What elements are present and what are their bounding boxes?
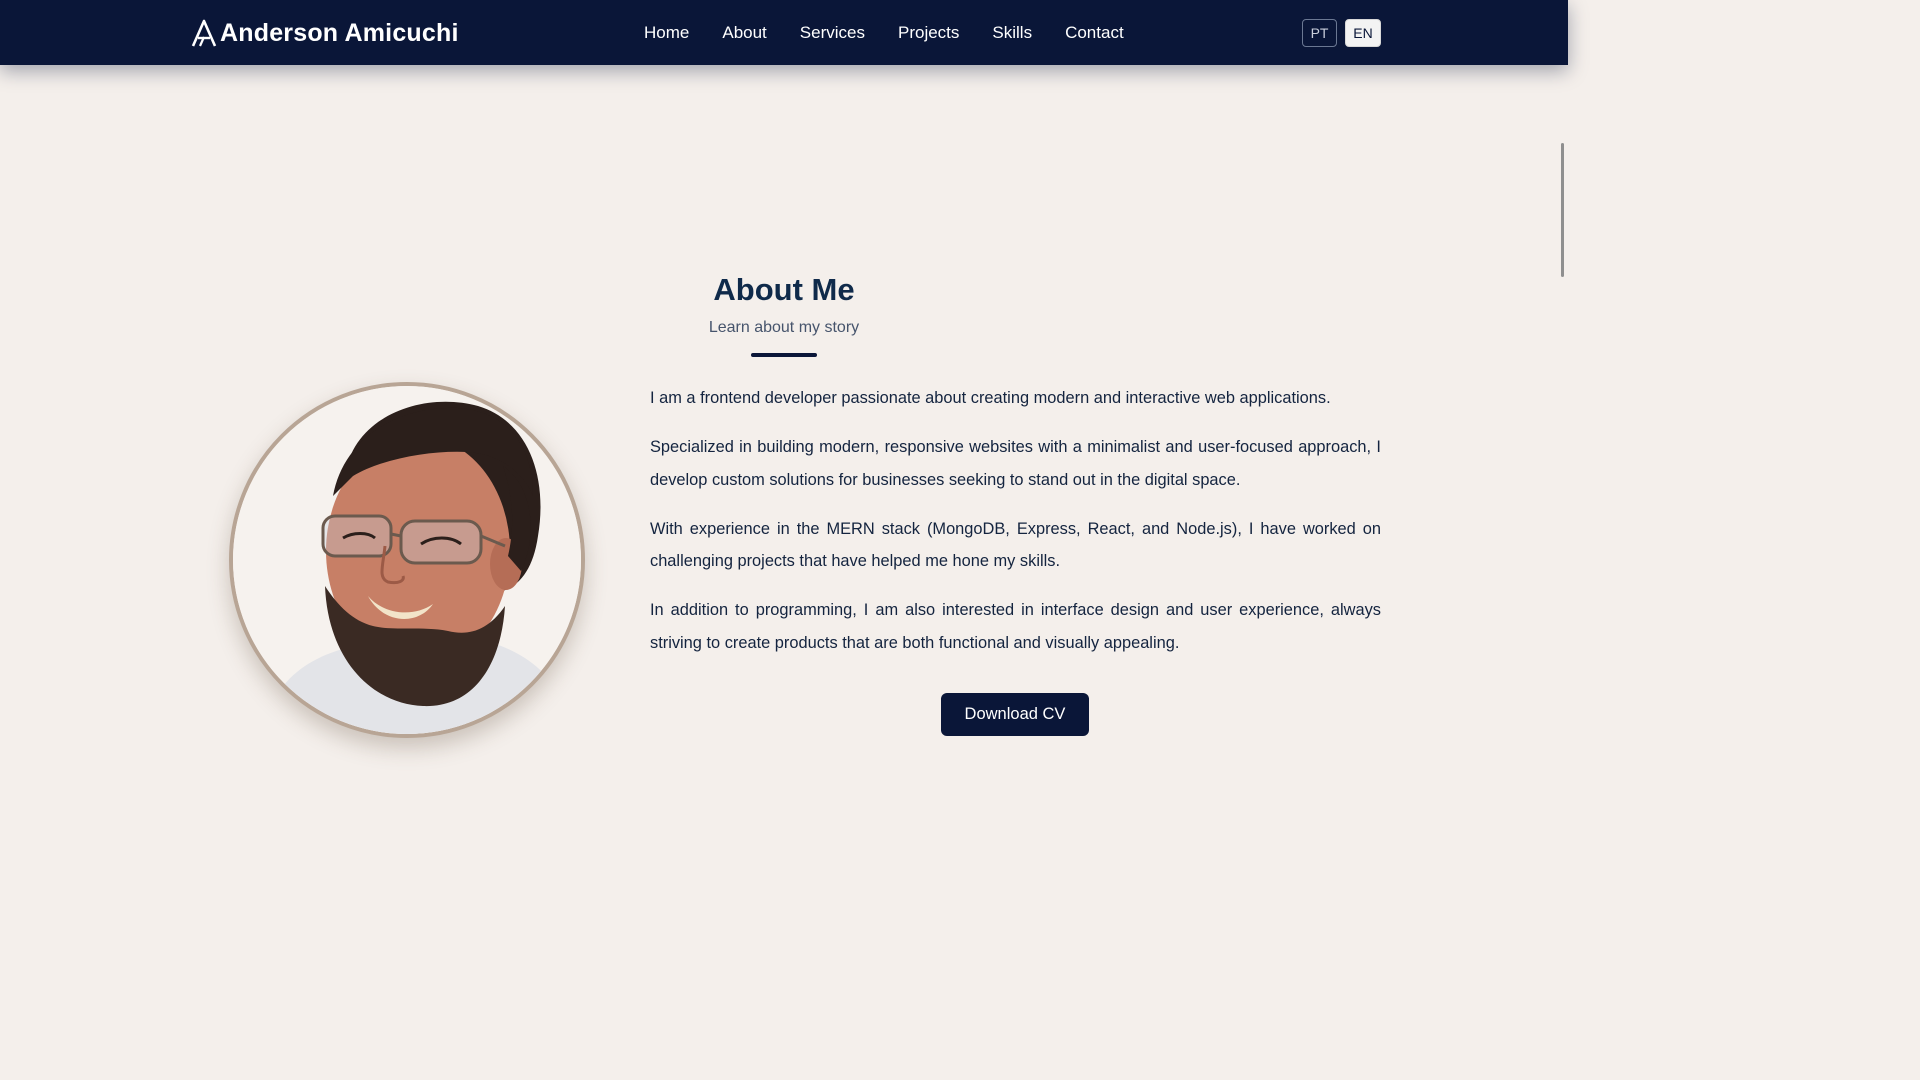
bio-paragraph: Specialized in building modern, responsi… [650,438,1381,489]
nav-link-services[interactable]: Services [800,23,865,43]
about-bio: I am a frontend developer passionate abo… [650,382,1381,676]
language-pt-button[interactable]: PT [1302,19,1337,47]
section-subtitle: Learn about my story [708,319,860,336]
brand[interactable]: Anderson Amicuchi [190,16,459,50]
language-en-button[interactable]: EN [1345,19,1381,47]
brand-name: Anderson Amicuchi [220,18,459,47]
profile-portrait-illustration [233,386,581,734]
section-title: About Me [713,272,855,307]
profile-photo [229,382,585,738]
top-navbar: Anderson Amicuchi Home About Services Pr… [0,0,1568,65]
nav-link-projects[interactable]: Projects [898,23,959,43]
title-divider [751,353,817,357]
bio-paragraph: With experience in the MERN stack (Mongo… [650,519,1381,571]
nav-link-skills[interactable]: Skills [992,23,1032,43]
main-nav: Home About Services Projects Skills Cont… [644,0,1157,65]
nav-link-about[interactable]: About [722,23,766,43]
nav-link-home[interactable]: Home [644,23,689,43]
download-cv-button[interactable]: Download CV [941,693,1089,736]
bio-paragraph: In addition to programming, I am also in… [650,601,1381,653]
letter-a-logo-icon [191,19,217,47]
page-scrollbar-thumb[interactable] [1561,143,1564,277]
bio-paragraph: I am a frontend developer passionate abo… [650,389,1331,407]
nav-link-contact[interactable]: Contact [1065,23,1124,43]
